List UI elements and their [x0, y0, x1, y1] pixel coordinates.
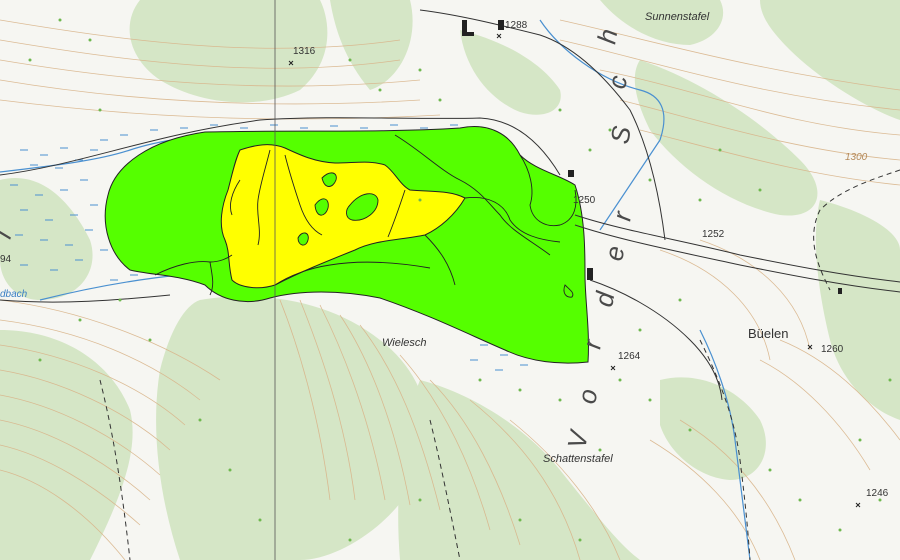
place-name-bueelen: Büelen	[748, 326, 788, 341]
spot-height-94: 94	[0, 254, 12, 265]
spot-height-1288: 1288	[505, 20, 528, 31]
spot-height-1250: 1250	[573, 195, 596, 206]
spot-height-1316: 1316	[293, 46, 316, 57]
place-name-wielesch: Wielesch	[382, 337, 427, 349]
place-name-schattenstafel: Schattenstafel	[543, 453, 613, 465]
topographic-map[interactable]: 1288 1316 1250 1252 1264 1260 1246 94 Su…	[0, 0, 900, 560]
spot-height-1260: 1260	[821, 344, 844, 355]
place-name-sunnenstafel: Sunnenstafel	[645, 11, 710, 23]
map-canvas[interactable]: 1288 1316 1250 1252 1264 1260 1246 94 Su…	[0, 0, 900, 560]
spot-height-1246: 1246	[866, 488, 889, 499]
stream-label: dbach	[0, 289, 28, 300]
contour-label-1300: 1300	[845, 152, 868, 163]
spot-height-1264: 1264	[618, 351, 641, 362]
spot-height-1252: 1252	[702, 229, 725, 240]
